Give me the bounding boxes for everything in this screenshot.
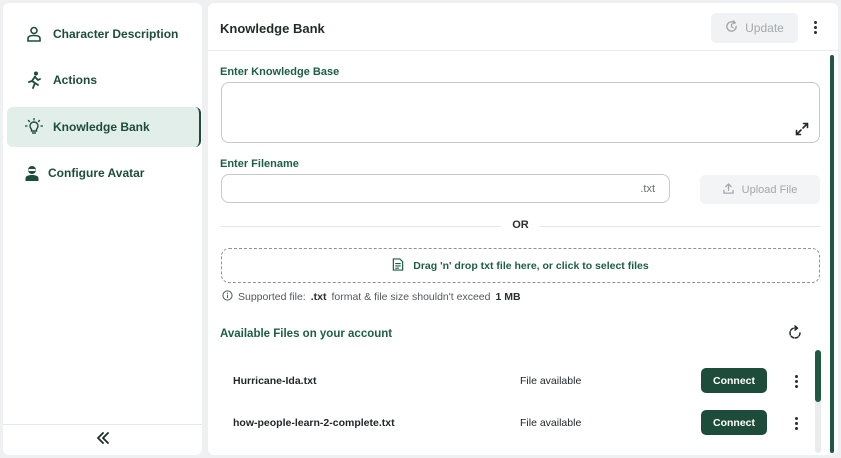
or-divider: OR bbox=[221, 219, 820, 233]
connect-button[interactable]: Connect bbox=[701, 410, 767, 435]
file-name: Hurricane-Ida.txt bbox=[233, 375, 317, 387]
header-more-menu-button[interactable] bbox=[808, 17, 822, 37]
sidebar-item-configure-avatar[interactable]: Configure Avatar bbox=[7, 153, 201, 193]
supported-middle: format & file size shouldn't exceed bbox=[331, 291, 491, 303]
available-files-title: Available Files on your account bbox=[220, 328, 393, 340]
filename-suffix: .txt bbox=[640, 183, 655, 195]
sidebar-item-label: Character Description bbox=[53, 27, 179, 41]
header: Knowledge Bank Update bbox=[208, 3, 838, 51]
main-scrollbar-thumb[interactable] bbox=[830, 55, 834, 453]
upload-file-button[interactable]: Upload File bbox=[700, 175, 820, 204]
person-icon bbox=[23, 23, 45, 45]
file-more-menu-button[interactable] bbox=[789, 413, 803, 433]
lightbulb-icon bbox=[23, 116, 45, 138]
upload-icon bbox=[722, 182, 734, 197]
or-text: OR bbox=[512, 219, 529, 231]
info-icon bbox=[222, 290, 233, 304]
supported-size: 1 MB bbox=[495, 291, 521, 303]
supported-file-note: Supported file: .txt format & file size … bbox=[222, 290, 521, 304]
files-list-scrollbar-thumb[interactable] bbox=[815, 350, 821, 402]
more-vertical-icon bbox=[794, 374, 798, 378]
file-row: how-people-learn-2-complete.txt File ava… bbox=[220, 409, 800, 437]
file-status: File available bbox=[520, 375, 582, 387]
page-title: Knowledge Bank bbox=[220, 21, 325, 36]
file-more-menu-button[interactable] bbox=[789, 371, 803, 391]
sidebar: Character Description Actions Knowledge … bbox=[3, 3, 202, 455]
main-scrollbar[interactable] bbox=[830, 55, 836, 453]
files-list-scrollbar[interactable] bbox=[815, 350, 821, 453]
refresh-icon[interactable] bbox=[787, 325, 803, 341]
sidebar-item-label: Knowledge Bank bbox=[53, 120, 150, 134]
file-name: how-people-learn-2-complete.txt bbox=[233, 417, 395, 429]
more-vertical-icon bbox=[813, 20, 817, 24]
upload-file-label: Upload File bbox=[741, 183, 798, 196]
sidebar-item-knowledge-bank[interactable]: Knowledge Bank bbox=[7, 107, 201, 147]
update-button[interactable]: Update bbox=[711, 13, 798, 43]
file-dropzone[interactable]: Drag 'n' drop txt file here, or click to… bbox=[221, 248, 820, 283]
running-person-icon bbox=[23, 69, 45, 91]
supported-prefix: Supported file: bbox=[238, 291, 306, 303]
avatar-icon bbox=[21, 162, 43, 184]
sidebar-item-label: Configure Avatar bbox=[48, 166, 145, 180]
knowledge-base-textarea[interactable] bbox=[221, 82, 820, 143]
expand-icon[interactable] bbox=[795, 122, 809, 136]
document-icon bbox=[392, 257, 404, 274]
divider-line-right bbox=[540, 226, 820, 227]
filename-input[interactable]: .txt bbox=[221, 174, 670, 203]
collapse-sidebar-button[interactable] bbox=[91, 430, 115, 450]
sidebar-item-character-description[interactable]: Character Description bbox=[7, 14, 201, 54]
sidebar-item-actions[interactable]: Actions bbox=[7, 60, 201, 100]
double-chevron-left-icon bbox=[96, 431, 110, 449]
supported-format: .txt bbox=[310, 291, 327, 303]
update-icon bbox=[725, 20, 738, 36]
file-status: File available bbox=[520, 417, 582, 429]
sidebar-item-label: Actions bbox=[53, 73, 98, 87]
more-vertical-icon bbox=[794, 416, 798, 420]
sidebar-footer bbox=[3, 424, 202, 455]
dropzone-label: Drag 'n' drop txt file here, or click to… bbox=[413, 259, 649, 272]
knowledge-base-label: Enter Knowledge Base bbox=[220, 66, 340, 78]
file-row: Hurricane-Ida.txt File available Connect bbox=[220, 367, 800, 395]
connect-button[interactable]: Connect bbox=[701, 368, 767, 393]
main-panel: Knowledge Bank Update Enter Knowledge Ba… bbox=[208, 3, 838, 455]
filename-label: Enter Filename bbox=[220, 158, 299, 170]
update-label: Update bbox=[745, 21, 784, 35]
